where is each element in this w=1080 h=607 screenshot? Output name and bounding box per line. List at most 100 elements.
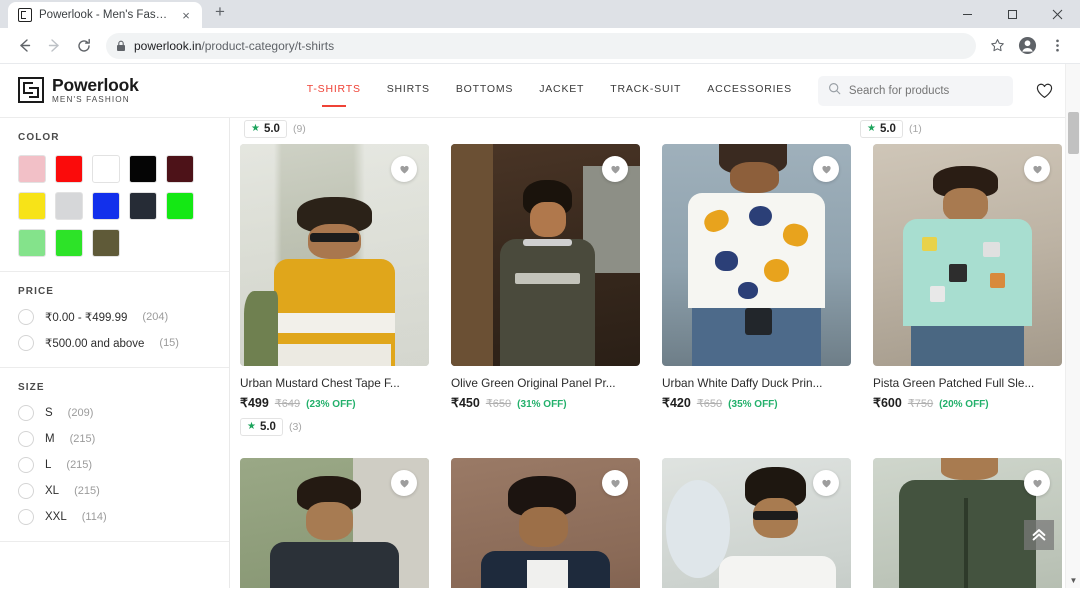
product-card[interactable]	[451, 458, 640, 588]
color-swatch-yellow[interactable]	[18, 192, 46, 220]
wishlist-button[interactable]	[602, 470, 628, 496]
product-discount: (31% OFF)	[517, 399, 567, 410]
web-page: Powerlook MEN'S FASHION T-SHIRTS SHIRTS …	[0, 64, 1080, 588]
product-original-price: ₹649	[274, 398, 301, 410]
new-tab-button[interactable]: +	[206, 0, 234, 28]
color-swatch-green[interactable]	[166, 192, 194, 220]
wishlist-button[interactable]	[813, 156, 839, 182]
site-header: Powerlook MEN'S FASHION T-SHIRTS SHIRTS …	[0, 64, 1080, 118]
product-image[interactable]	[240, 458, 429, 588]
product-search[interactable]	[817, 75, 1013, 106]
color-swatch-maroon[interactable]	[166, 155, 194, 183]
wishlist-button[interactable]	[813, 470, 839, 496]
nav-item-jacket[interactable]: JACKET	[539, 83, 584, 98]
color-swatch-navy-charcoal[interactable]	[129, 192, 157, 220]
product-title[interactable]: Olive Green Original Panel Pr...	[451, 376, 640, 390]
heart-icon	[610, 479, 620, 487]
profile-avatar-icon[interactable]	[1014, 33, 1040, 59]
product-image[interactable]	[873, 144, 1062, 366]
size-option-label: XXL	[45, 511, 67, 523]
wishlist-button[interactable]	[391, 470, 417, 496]
product-discount: (23% OFF)	[306, 399, 356, 410]
three-dot-menu-icon[interactable]	[1044, 33, 1070, 59]
screen: Powerlook - Men's Fashion × + powerlook.…	[0, 0, 1080, 607]
color-swatch-light-green[interactable]	[18, 229, 46, 257]
product-grid-area: ★ 5.0 (9) ★ 5.0 (1) Urban Mustard Chest …	[230, 118, 1080, 588]
color-swatch-light-grey[interactable]	[55, 192, 83, 220]
browser-tab[interactable]: Powerlook - Men's Fashion ×	[8, 2, 202, 28]
price-option-1[interactable]: ₹500.00 and above (15)	[18, 335, 211, 351]
close-icon[interactable]	[1035, 0, 1080, 28]
color-swatch-white[interactable]	[92, 155, 120, 183]
product-image[interactable]	[662, 144, 851, 366]
brand-logo[interactable]: Powerlook MEN'S FASHION	[18, 76, 139, 105]
color-swatch-red[interactable]	[55, 155, 83, 183]
price-option-0[interactable]: ₹0.00 - ₹499.99 (204)	[18, 309, 211, 325]
radio-icon[interactable]	[18, 431, 34, 447]
nav-item-shirts[interactable]: SHIRTS	[387, 83, 430, 98]
wishlist-button[interactable]	[391, 156, 417, 182]
partial-row-ratings: ★ 5.0 (9) ★ 5.0 (1)	[240, 118, 1062, 144]
minimize-icon[interactable]	[945, 0, 990, 28]
nav-item-t-shirts[interactable]: T-SHIRTS	[307, 83, 361, 98]
maximize-icon[interactable]	[990, 0, 1035, 28]
nav-item-track-suit[interactable]: TRACK-SUIT	[610, 83, 681, 98]
search-input[interactable]	[848, 84, 1003, 97]
color-swatch-olive[interactable]	[92, 229, 120, 257]
product-image[interactable]	[451, 144, 640, 366]
radio-icon[interactable]	[18, 309, 34, 325]
star-icon[interactable]	[984, 33, 1010, 59]
size-option-s[interactable]: S (209)	[18, 405, 211, 421]
radio-icon[interactable]	[18, 405, 34, 421]
close-icon[interactable]: ×	[178, 7, 194, 23]
wishlist-button[interactable]	[602, 156, 628, 182]
product-card[interactable]: Urban White Daffy Duck Prin... ₹420 ₹650…	[662, 144, 851, 436]
product-price-row: ₹499 ₹649 (23% OFF)	[240, 395, 429, 410]
scrollbar-down-arrow-icon[interactable]: ▼	[1066, 573, 1080, 587]
color-swatch-blue[interactable]	[92, 192, 120, 220]
size-option-xxl[interactable]: XXL (114)	[18, 509, 211, 525]
browser-toolbar: powerlook.in/product-category/t-shirts	[0, 28, 1080, 64]
back-arrow-icon[interactable]	[10, 32, 38, 60]
size-option-l[interactable]: L (215)	[18, 457, 211, 473]
page-scrollbar[interactable]: ▼	[1065, 64, 1080, 588]
filter-size: SIZE S (209) M (215) L (215) XL (215) XX…	[0, 368, 229, 542]
radio-icon[interactable]	[18, 335, 34, 351]
filter-size-title: SIZE	[18, 382, 45, 393]
size-option-m[interactable]: M (215)	[18, 431, 211, 447]
color-swatch-black[interactable]	[129, 155, 157, 183]
product-card[interactable]: Urban Mustard Chest Tape F... ₹499 ₹649 …	[240, 144, 429, 436]
product-card[interactable]: Pista Green Patched Full Sle... ₹600 ₹75…	[873, 144, 1062, 436]
wishlist-button[interactable]	[1024, 156, 1050, 182]
nav-item-bottoms[interactable]: BOTTOMS	[456, 83, 513, 98]
product-card[interactable]	[240, 458, 429, 588]
heart-icon	[399, 165, 409, 173]
product-title[interactable]: Pista Green Patched Full Sle...	[873, 376, 1062, 390]
radio-icon[interactable]	[18, 457, 34, 473]
radio-icon[interactable]	[18, 509, 34, 525]
color-swatch-bright-green[interactable]	[55, 229, 83, 257]
product-card[interactable]	[662, 458, 851, 588]
product-price-row: ₹420 ₹650 (35% OFF)	[662, 395, 851, 410]
product-image[interactable]	[662, 458, 851, 588]
brand-tagline: MEN'S FASHION	[52, 95, 130, 105]
size-option-label: M	[45, 433, 55, 445]
reload-icon[interactable]	[70, 32, 98, 60]
color-swatch-pink[interactable]	[18, 155, 46, 183]
heart-icon	[399, 479, 409, 487]
powerlook-logo-icon	[18, 8, 32, 22]
product-title[interactable]: Urban Mustard Chest Tape F...	[240, 376, 429, 390]
product-title[interactable]: Urban White Daffy Duck Prin...	[662, 376, 851, 390]
product-image[interactable]	[451, 458, 640, 588]
address-bar[interactable]: powerlook.in/product-category/t-shirts	[106, 32, 976, 59]
wishlist-icon[interactable]	[1035, 81, 1054, 100]
product-card[interactable]: Olive Green Original Panel Pr... ₹450 ₹6…	[451, 144, 640, 436]
size-option-xl[interactable]: XL (215)	[18, 483, 211, 499]
scroll-to-top-button[interactable]	[1024, 520, 1054, 550]
wishlist-button[interactable]	[1024, 470, 1050, 496]
nav-item-accessories[interactable]: ACCESSORIES	[707, 83, 792, 98]
product-image[interactable]	[240, 144, 429, 366]
radio-icon[interactable]	[18, 483, 34, 499]
scrollbar-thumb[interactable]	[1068, 112, 1079, 154]
browser-tab-title: Powerlook - Men's Fashion	[39, 9, 171, 21]
